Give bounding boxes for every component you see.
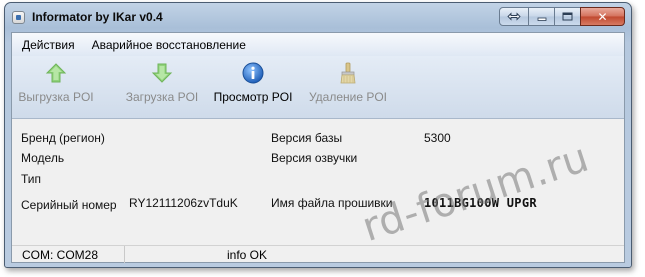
import-poi-label: Загрузка POI — [125, 90, 199, 104]
view-poi-button[interactable]: Просмотр POI — [208, 60, 298, 116]
brush-icon — [340, 62, 356, 84]
app-icon[interactable] — [12, 11, 25, 24]
serial-label: Серийный номер — [21, 198, 117, 212]
delete-poi-button[interactable]: Удаление POI — [301, 60, 395, 116]
status-port: COM: COM28 — [22, 248, 99, 262]
caption-buttons: ✕ — [499, 7, 625, 26]
restore-button[interactable] — [499, 7, 529, 26]
maximize-button[interactable] — [554, 7, 581, 26]
maximize-icon — [562, 12, 573, 21]
view-poi-label: Просмотр POI — [213, 90, 293, 104]
import-poi-button[interactable]: Загрузка POI — [118, 60, 206, 116]
export-poi-label: Выгрузка POI — [18, 90, 94, 104]
status-bar: COM: COM28 info OK — [12, 245, 624, 263]
menu-emergency-recovery[interactable]: Аварийное восстановление — [92, 38, 246, 52]
title-bar[interactable]: Informator by IKar v0.4 ✕ — [5, 3, 631, 33]
app-window: Informator by IKar v0.4 ✕ Действия Авари… — [4, 2, 632, 268]
delete-poi-label: Удаление POI — [308, 90, 388, 104]
export-poi-button[interactable]: Выгрузка POI — [12, 60, 100, 116]
minimize-button[interactable] — [528, 7, 555, 26]
window-title: Informator by IKar v0.4 — [32, 10, 163, 24]
menu-actions[interactable]: Действия — [22, 38, 75, 52]
serial-value: RY12111206zvTduK — [129, 196, 238, 210]
model-label: Модель — [21, 151, 65, 165]
info-icon — [242, 62, 264, 84]
minimize-icon — [537, 17, 546, 21]
menu-bar: Действия Аварийное восстановление — [12, 33, 624, 56]
close-icon: ✕ — [597, 9, 608, 24]
client-area: Действия Аварийное восстановление Выгруз… — [11, 32, 625, 263]
type-label: Тип — [21, 172, 42, 186]
toolbar: Выгрузка POI Загрузка POI Просмотр POI У… — [12, 56, 624, 119]
status-divider — [124, 246, 125, 263]
db-version-value: 5300 — [424, 131, 451, 145]
arrow-down-icon — [151, 63, 173, 83]
db-version-label: Версия базы — [271, 131, 343, 145]
voice-version-label: Версия озвучки — [271, 151, 358, 165]
arrow-up-icon — [45, 63, 67, 83]
status-info: info OK — [227, 248, 268, 262]
close-button[interactable]: ✕ — [580, 7, 625, 26]
restore-icon — [507, 12, 521, 21]
brand-label: Бренд (регион) — [21, 131, 105, 145]
